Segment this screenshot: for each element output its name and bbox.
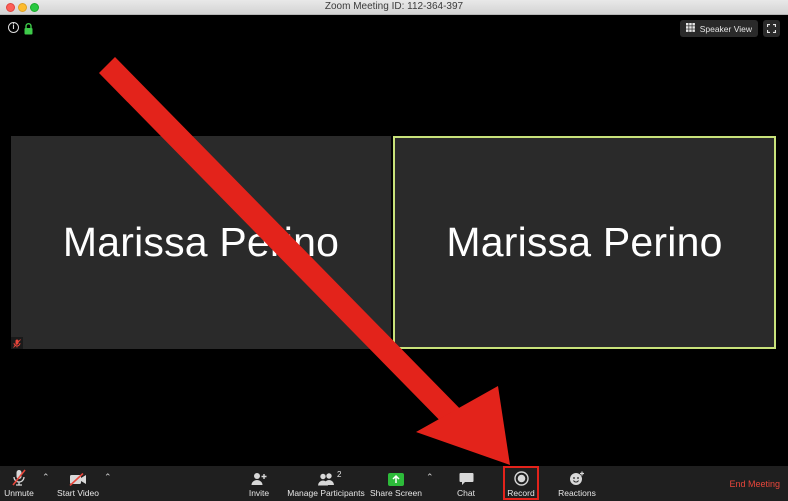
fullscreen-icon [766,20,777,38]
share-screen-label: Share Screen [370,488,422,498]
chat-label: Chat [457,488,475,498]
invite-label: Invite [248,488,270,498]
participant-name: Marissa Perino [62,219,340,265]
participant-count-badge: 2 [337,470,342,479]
muted-mic-icon [11,337,23,349]
share-screen-icon [388,466,404,486]
muted-mic-icon [12,466,26,486]
invite-button[interactable]: Invite [246,466,272,501]
speaker-view-button[interactable]: Speaker View [679,20,758,37]
lock-icon[interactable] [24,22,33,40]
video-options-chevron-icon[interactable]: ⌃ [104,472,112,483]
emoji-plus-icon [569,466,585,486]
participant-name: Marissa Perino [446,219,723,265]
active-speaker-tile[interactable]: Marissa Perino [393,136,776,349]
unmute-label: Unmute [4,488,34,498]
video-off-icon [69,466,87,486]
participants-icon [316,466,336,486]
chat-button[interactable]: Chat [455,466,477,501]
share-options-chevron-icon[interactable]: ⌃ [426,472,434,483]
info-icon[interactable]: i [8,22,19,33]
share-screen-button[interactable]: Share Screen [370,466,422,501]
record-highlight-box [503,466,539,500]
participant-tile[interactable]: Marissa Perino [11,136,391,349]
chat-bubble-icon [459,466,474,486]
manage-participants-button[interactable]: Manage Participants [287,466,365,501]
meeting-toolbar: Unmute ⌃ Start Video ⌃ Invite Manage Par… [0,466,788,501]
fullscreen-button[interactable] [763,20,780,37]
unmute-button[interactable]: Unmute [4,466,34,501]
reactions-button[interactable]: Reactions [557,466,597,501]
window-title-bar: Zoom Meeting ID: 112-364-397 [0,0,788,15]
reactions-label: Reactions [558,488,596,498]
start-video-button[interactable]: Start Video [56,466,100,501]
grid-icon [685,23,695,34]
speaker-view-label: Speaker View [699,23,752,34]
window-title: Zoom Meeting ID: 112-364-397 [324,1,464,12]
end-meeting-button[interactable]: End Meeting [729,479,780,489]
manage-participants-label: Manage Participants [287,488,365,498]
audio-options-chevron-icon[interactable]: ⌃ [42,472,50,483]
start-video-label: Start Video [57,488,99,498]
add-person-icon [251,466,267,486]
